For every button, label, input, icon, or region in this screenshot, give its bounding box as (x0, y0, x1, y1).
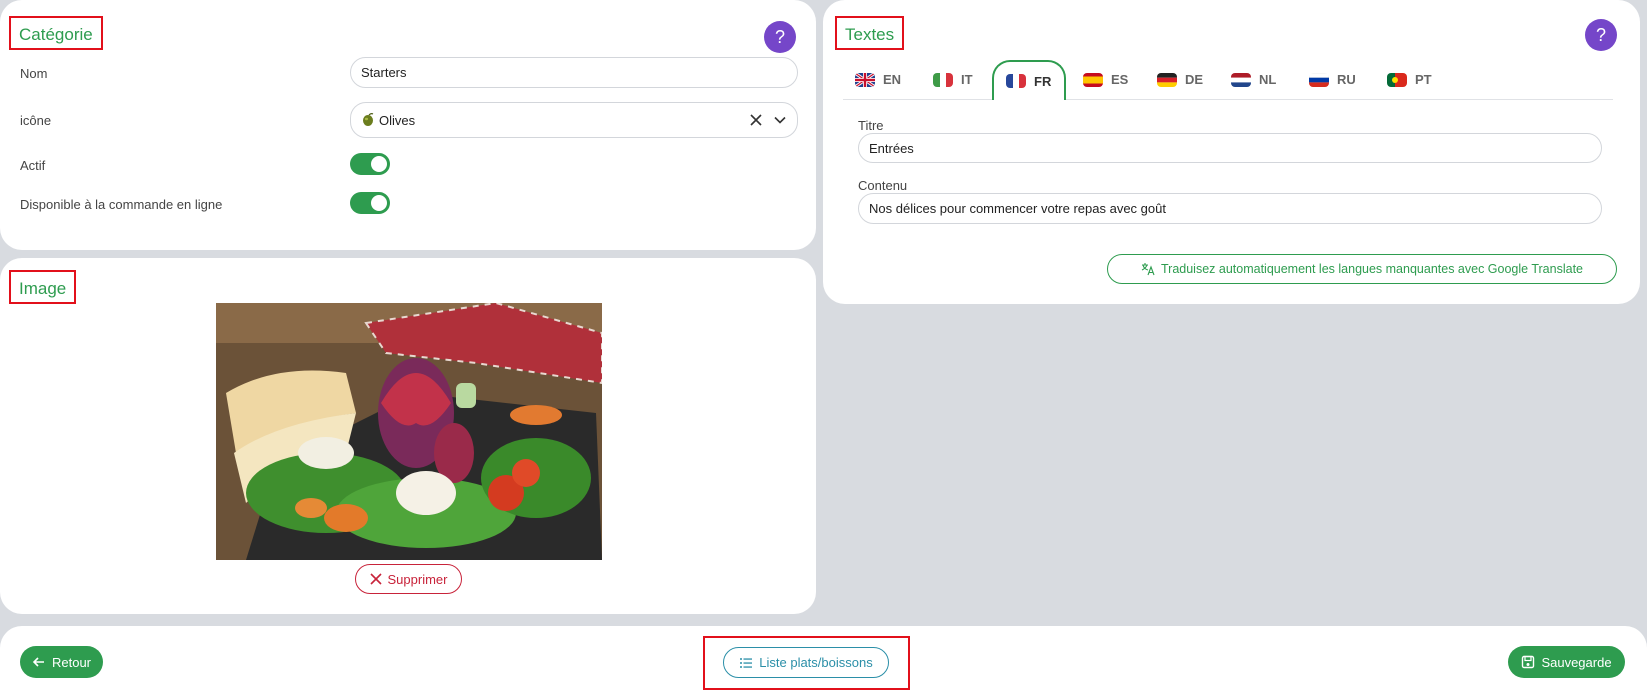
auto-translate-button[interactable]: Traduisez automatiquement les langues ma… (1107, 254, 1617, 284)
arrow-left-icon (32, 657, 44, 667)
tab-fr-label: FR (1034, 73, 1052, 89)
image-title: Image (9, 270, 77, 304)
tab-ru-label: RU (1337, 72, 1356, 87)
tab-en[interactable]: EN (843, 60, 918, 100)
save-button[interactable]: Sauvegarde (1508, 646, 1625, 678)
category-photo (216, 303, 602, 560)
active-label: Actif (20, 158, 46, 173)
tab-ru[interactable]: RU (1297, 60, 1371, 100)
title-input-value: Entrées (869, 140, 914, 156)
list-icon (740, 657, 753, 668)
category-title: Catégorie (9, 16, 103, 50)
gb-flag-icon (855, 72, 875, 87)
nl-flag-icon (1231, 72, 1251, 87)
olive-icon (363, 113, 374, 126)
online-order-toggle[interactable] (350, 192, 390, 214)
delete-image-button[interactable]: Supprimer (355, 564, 462, 594)
name-label: Nom (20, 66, 48, 81)
tab-es-label: ES (1111, 72, 1129, 87)
delete-image-label: Supprimer (387, 571, 448, 587)
tab-fr[interactable]: FR (992, 60, 1066, 100)
icon-label: icône (20, 113, 52, 128)
tab-pt-label: PT (1415, 72, 1432, 87)
active-toggle[interactable] (350, 153, 390, 175)
tab-it-label: IT (961, 72, 973, 87)
save-icon (1522, 655, 1535, 669)
es-flag-icon (1083, 72, 1103, 87)
texts-help-button[interactable]: ? (1585, 19, 1617, 51)
translate-icon (1141, 263, 1155, 276)
content-field-label: Contenu (858, 178, 908, 193)
content-input[interactable]: Nos délices pour commencer votre repas a… (858, 193, 1602, 224)
category-card: Catégorie ? Nom Starters icône Olives Ac… (0, 0, 816, 250)
category-help-button[interactable]: ? (764, 21, 796, 53)
icon-select-text: Olives (379, 112, 416, 128)
back-label: Retour (51, 654, 92, 670)
save-label: Sauvegarde (1541, 654, 1612, 670)
content-input-value: Nos délices pour commencer votre repas a… (869, 201, 1166, 216)
title-field-label: Titre (858, 118, 884, 133)
tab-en-label: EN (883, 72, 902, 87)
tab-it[interactable]: IT (921, 60, 987, 100)
fr-flag-icon (1006, 74, 1026, 88)
name-input-value: Starters (361, 65, 407, 80)
icon-select[interactable]: Olives (350, 102, 798, 138)
back-button[interactable]: Retour (20, 646, 103, 678)
tab-pt[interactable]: PT (1375, 60, 1449, 100)
title-input[interactable]: Entrées (858, 133, 1602, 163)
tab-de[interactable]: DE (1145, 60, 1215, 100)
tab-nl[interactable]: NL (1219, 60, 1289, 100)
pt-flag-icon (1387, 72, 1407, 87)
chevron-down-icon[interactable] (773, 113, 787, 127)
auto-translate-label: Traduisez automatiquement les langues ma… (1160, 262, 1583, 276)
ru-flag-icon (1309, 72, 1329, 87)
clear-icon[interactable] (749, 113, 763, 127)
tab-nl-label: NL (1259, 72, 1277, 87)
dishes-list-label: Liste plats/boissons (759, 655, 873, 670)
dishes-list-button[interactable]: Liste plats/boissons (723, 647, 889, 678)
tab-de-label: DE (1185, 72, 1204, 87)
language-tabs: EN IT FR ES DE NL RU PT (843, 60, 1613, 100)
de-flag-icon (1157, 72, 1177, 87)
image-card: Image Supprimer (0, 258, 816, 614)
it-flag-icon (933, 72, 953, 87)
close-icon (369, 573, 382, 585)
texts-title: Textes (835, 16, 905, 50)
tab-es[interactable]: ES (1071, 60, 1137, 100)
name-input[interactable]: Starters (350, 57, 798, 88)
online-order-label: Disponible à la commande en ligne (20, 197, 223, 212)
icon-select-value: Olives (361, 113, 415, 128)
